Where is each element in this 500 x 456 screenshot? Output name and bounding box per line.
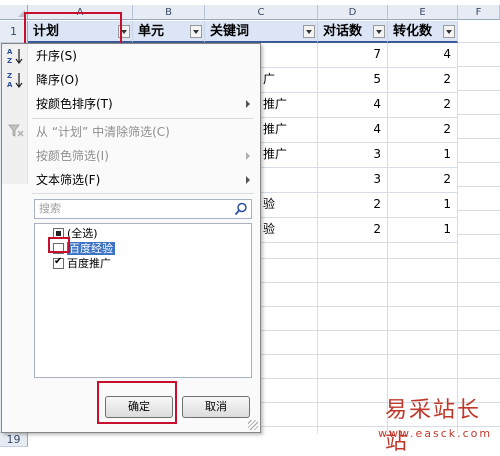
watermark-logo: 易采站长站 [385,398,482,455]
keyword-cell[interactable] [261,168,318,193]
option-baidu-jingyan-label: 百度经验 [67,242,115,255]
header-cell-dialogs[interactable]: 对话数 [318,21,388,43]
keyword-cell[interactable]: 验 [261,193,318,218]
menu-sort-ascending[interactable]: 升序(S) [2,44,260,68]
autofilter-dropdown: A Z 升序(S) Z A 降序(O) 按颜色排序(T) 从 “计划” 中清除筛… [1,43,261,433]
filter-search-input[interactable]: 搜索 [34,199,252,219]
filter-button-keyword[interactable] [303,25,315,38]
header-conversions-label: 转化数 [393,24,433,39]
header-cell-keyword[interactable]: 关键词 [205,21,318,43]
menu-clear-filter[interactable]: 从 “计划” 中清除筛选(C) [2,120,260,144]
conversions-cell[interactable]: 2 [388,68,458,93]
conversions-cell[interactable]: 1 [388,193,458,218]
dialogs-cell[interactable]: 5 [318,68,388,93]
conversions-cell[interactable]: 1 [388,143,458,168]
dialogs-cell[interactable]: 3 [318,168,388,193]
column-header-f[interactable]: F [458,5,500,20]
menu-separator [32,193,254,194]
keyword-cell[interactable]: 广 [261,68,318,93]
checkbox-baidu-tuiguang[interactable] [53,256,64,269]
menu-sort-descending[interactable]: 降序(O) [2,68,260,92]
conversions-cell[interactable]: 2 [388,168,458,193]
highlight-ok-button [97,381,177,424]
dialogs-cell[interactable]: 3 [318,143,388,168]
conversions-cell[interactable]: 2 [388,118,458,143]
keyword-cell[interactable]: 推广 [261,143,318,168]
header-cell-unit[interactable]: 单元 [133,21,205,43]
keyword-cell[interactable] [261,43,318,68]
dialogs-column: 7 5 4 4 3 3 2 2 [318,43,388,243]
menu-sort-by-color-label: 按颜色排序(T) [36,97,113,111]
empty-cell-f1[interactable] [458,21,500,43]
conversions-cell[interactable]: 2 [388,93,458,118]
option-select-all-label: (全选) [67,227,98,240]
filter-button-conversions[interactable] [443,25,455,38]
keyword-column-visible: 广 推广 推广 推广 验 验 [261,43,318,243]
conversions-cell[interactable]: 4 [388,43,458,68]
menu-text-filter[interactable]: 文本筛选(F) [2,168,260,192]
filter-button-dialogs[interactable] [373,25,385,38]
highlight-unchecked-option [48,237,70,253]
empty-column-f[interactable] [458,43,500,235]
dialogs-cell[interactable]: 7 [318,43,388,68]
header-dialogs-label: 对话数 [323,24,363,39]
submenu-arrow-icon [246,100,250,108]
highlight-plan-header [24,12,122,45]
watermark-url: www.easck.com [378,427,493,440]
menu-text-filter-label: 文本筛选(F) [36,173,101,187]
option-baidu-tuiguang[interactable]: 百度推广 [53,256,111,271]
conversions-column: 4 2 2 2 1 2 1 1 [388,43,458,243]
filter-button-unit[interactable] [190,25,202,38]
dialogs-cell[interactable]: 4 [318,118,388,143]
submenu-arrow-icon [246,152,250,160]
dialogs-cell[interactable]: 2 [318,193,388,218]
column-header-e[interactable]: E [388,5,458,20]
menu-sort-by-color[interactable]: 按颜色排序(T) [2,92,260,116]
resize-grip[interactable] [248,420,258,430]
search-placeholder: 搜索 [39,202,61,215]
option-baidu-tuiguang-label: 百度推广 [67,257,111,270]
menu-filter-by-color[interactable]: 按颜色筛选(I) [2,144,260,168]
menu-separator [32,118,254,119]
header-cell-conversions[interactable]: 转化数 [388,21,458,43]
keyword-cell[interactable]: 推广 [261,118,318,143]
column-header-d[interactable]: D [318,5,388,20]
header-unit-label: 单元 [138,24,165,39]
row-header-19[interactable]: 19 [0,433,28,447]
submenu-arrow-icon [246,176,250,184]
menu-filter-by-color-label: 按颜色筛选(I) [36,149,109,163]
column-header-b[interactable]: B [133,5,205,20]
keyword-cell[interactable]: 推广 [261,93,318,118]
column-header-c[interactable]: C [205,5,318,20]
cancel-button[interactable]: 取消 [182,396,250,418]
search-icon[interactable] [234,202,248,216]
header-keyword-label: 关键词 [210,24,250,39]
dialogs-cell[interactable]: 4 [318,93,388,118]
